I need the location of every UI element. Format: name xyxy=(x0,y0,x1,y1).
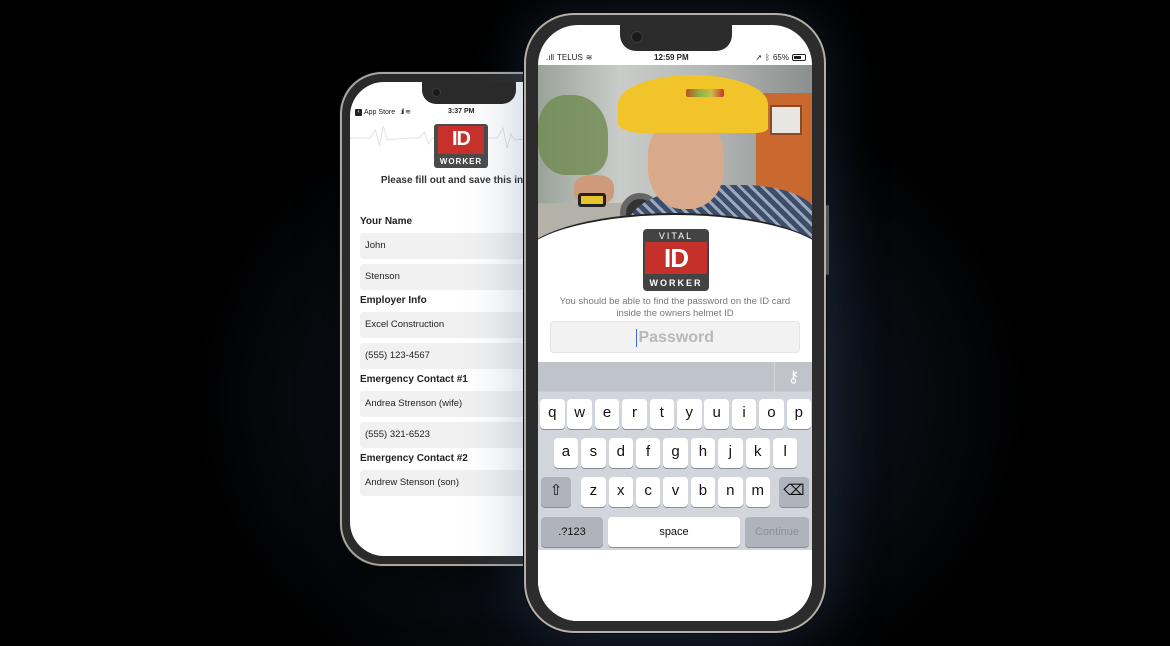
key-s[interactable]: s xyxy=(581,438,606,468)
camera-icon xyxy=(631,31,643,43)
key-r[interactable]: r xyxy=(622,399,647,429)
key-z[interactable]: z xyxy=(581,477,606,507)
key-y[interactable]: y xyxy=(677,399,702,429)
signal-icon: .ıll xyxy=(546,53,554,62)
key-w[interactable]: w xyxy=(567,399,592,429)
on-screen-keyboard: ⚷ qwertyuiop asdfghjkl ⇧ ⌫ zxcvbnm .?123… xyxy=(538,362,812,550)
space-key[interactable]: space xyxy=(608,517,740,547)
key-x[interactable]: x xyxy=(608,477,633,507)
front-phone-mockup: .ıll TELUS ≋ 12:59 PM ➚ ᛒ 65% VITAL ID W… xyxy=(524,13,829,633)
key-i[interactable]: i xyxy=(731,399,757,429)
home-indicator-area xyxy=(538,550,812,621)
logo-vital-text: VITAL xyxy=(658,231,694,241)
key-g[interactable]: g xyxy=(663,438,688,468)
photo-hard-hat-sticker xyxy=(686,89,724,97)
delete-icon: ⌫ xyxy=(783,482,805,499)
shift-key[interactable]: ⇧ xyxy=(541,477,571,507)
location-icon: ➚ xyxy=(755,53,763,62)
key-a[interactable]: a xyxy=(553,438,579,468)
key-v[interactable]: v xyxy=(663,477,688,507)
key-e[interactable]: e xyxy=(594,399,620,429)
key-j[interactable]: j xyxy=(718,438,743,468)
front-phone-screen: .ıll TELUS ≋ 12:59 PM ➚ ᛒ 65% VITAL ID W… xyxy=(538,25,812,621)
key-p[interactable]: p xyxy=(786,399,812,429)
camera-icon xyxy=(432,88,441,97)
key-u[interactable]: u xyxy=(704,399,729,429)
carrier-label: TELUS xyxy=(557,53,583,62)
key-o[interactable]: o xyxy=(759,399,784,429)
logo-id-text: ID xyxy=(664,243,689,273)
keyboard-accessory-bar: ⚷ xyxy=(538,362,812,392)
keyboard-row-4: .?123 space Continue xyxy=(538,517,812,547)
key-f[interactable]: f xyxy=(635,438,661,468)
continue-key[interactable]: Continue xyxy=(745,517,809,547)
key-b[interactable]: b xyxy=(690,477,716,507)
logo-id-text: ID xyxy=(452,128,471,150)
password-hint-text: You should be able to find the password … xyxy=(559,296,791,319)
numbers-key[interactable]: .?123 xyxy=(541,517,603,547)
chevron-left-icon: ‹ xyxy=(355,108,362,116)
key-t[interactable]: t xyxy=(649,399,675,429)
back-app-label: App Store xyxy=(364,108,396,116)
bluetooth-icon: ᛒ xyxy=(765,53,770,62)
keyboard-row-2: asdfghjkl xyxy=(538,438,812,468)
logo-worker-text: WORKER xyxy=(439,157,483,166)
key-h[interactable]: h xyxy=(690,438,716,468)
vital-id-worker-logo: ID WORKER xyxy=(434,124,488,168)
key-c[interactable]: c xyxy=(635,477,661,507)
notch xyxy=(620,25,732,51)
logo-worker-text: WORKER xyxy=(649,278,703,288)
construction-worker-photo xyxy=(538,65,812,253)
keyboard-row-1: qwertyuiop xyxy=(538,399,812,429)
photo-hard-hat xyxy=(618,75,768,133)
shift-icon: ⇧ xyxy=(549,482,563,499)
vital-id-worker-logo: VITAL ID WORKER xyxy=(643,229,709,291)
key-icon[interactable]: ⚷ xyxy=(774,362,812,392)
key-l[interactable]: l xyxy=(772,438,798,468)
back-to-app-link[interactable]: ‹ App Store .ıll ≋ xyxy=(355,108,411,116)
wifi-icon: ≋ xyxy=(585,53,593,62)
delete-key[interactable]: ⌫ xyxy=(779,477,809,507)
status-time: 12:59 PM xyxy=(654,53,689,62)
password-input[interactable]: Password xyxy=(550,321,800,353)
key-n[interactable]: n xyxy=(718,477,743,507)
photo-tree xyxy=(538,95,608,175)
notch xyxy=(422,82,516,104)
photo-truck-window xyxy=(770,105,802,135)
signal-icon: .ıll xyxy=(400,108,404,116)
status-bar: .ıll TELUS ≋ 12:59 PM ➚ ᛒ 65% xyxy=(538,53,812,67)
key-q[interactable]: q xyxy=(540,399,565,429)
key-k[interactable]: k xyxy=(745,438,770,468)
keyboard-row-3: ⇧ ⌫ zxcvbnm xyxy=(538,477,812,507)
key-d[interactable]: d xyxy=(608,438,633,468)
side-button xyxy=(826,205,829,275)
status-time: 3:37 PM xyxy=(448,108,475,115)
wifi-icon: ≋ xyxy=(405,109,412,116)
key-m[interactable]: m xyxy=(745,477,770,507)
photo-tape-measure xyxy=(578,193,606,207)
battery-icon xyxy=(792,54,806,61)
password-placeholder: Password xyxy=(638,329,715,346)
battery-percent: 65% xyxy=(772,53,789,62)
